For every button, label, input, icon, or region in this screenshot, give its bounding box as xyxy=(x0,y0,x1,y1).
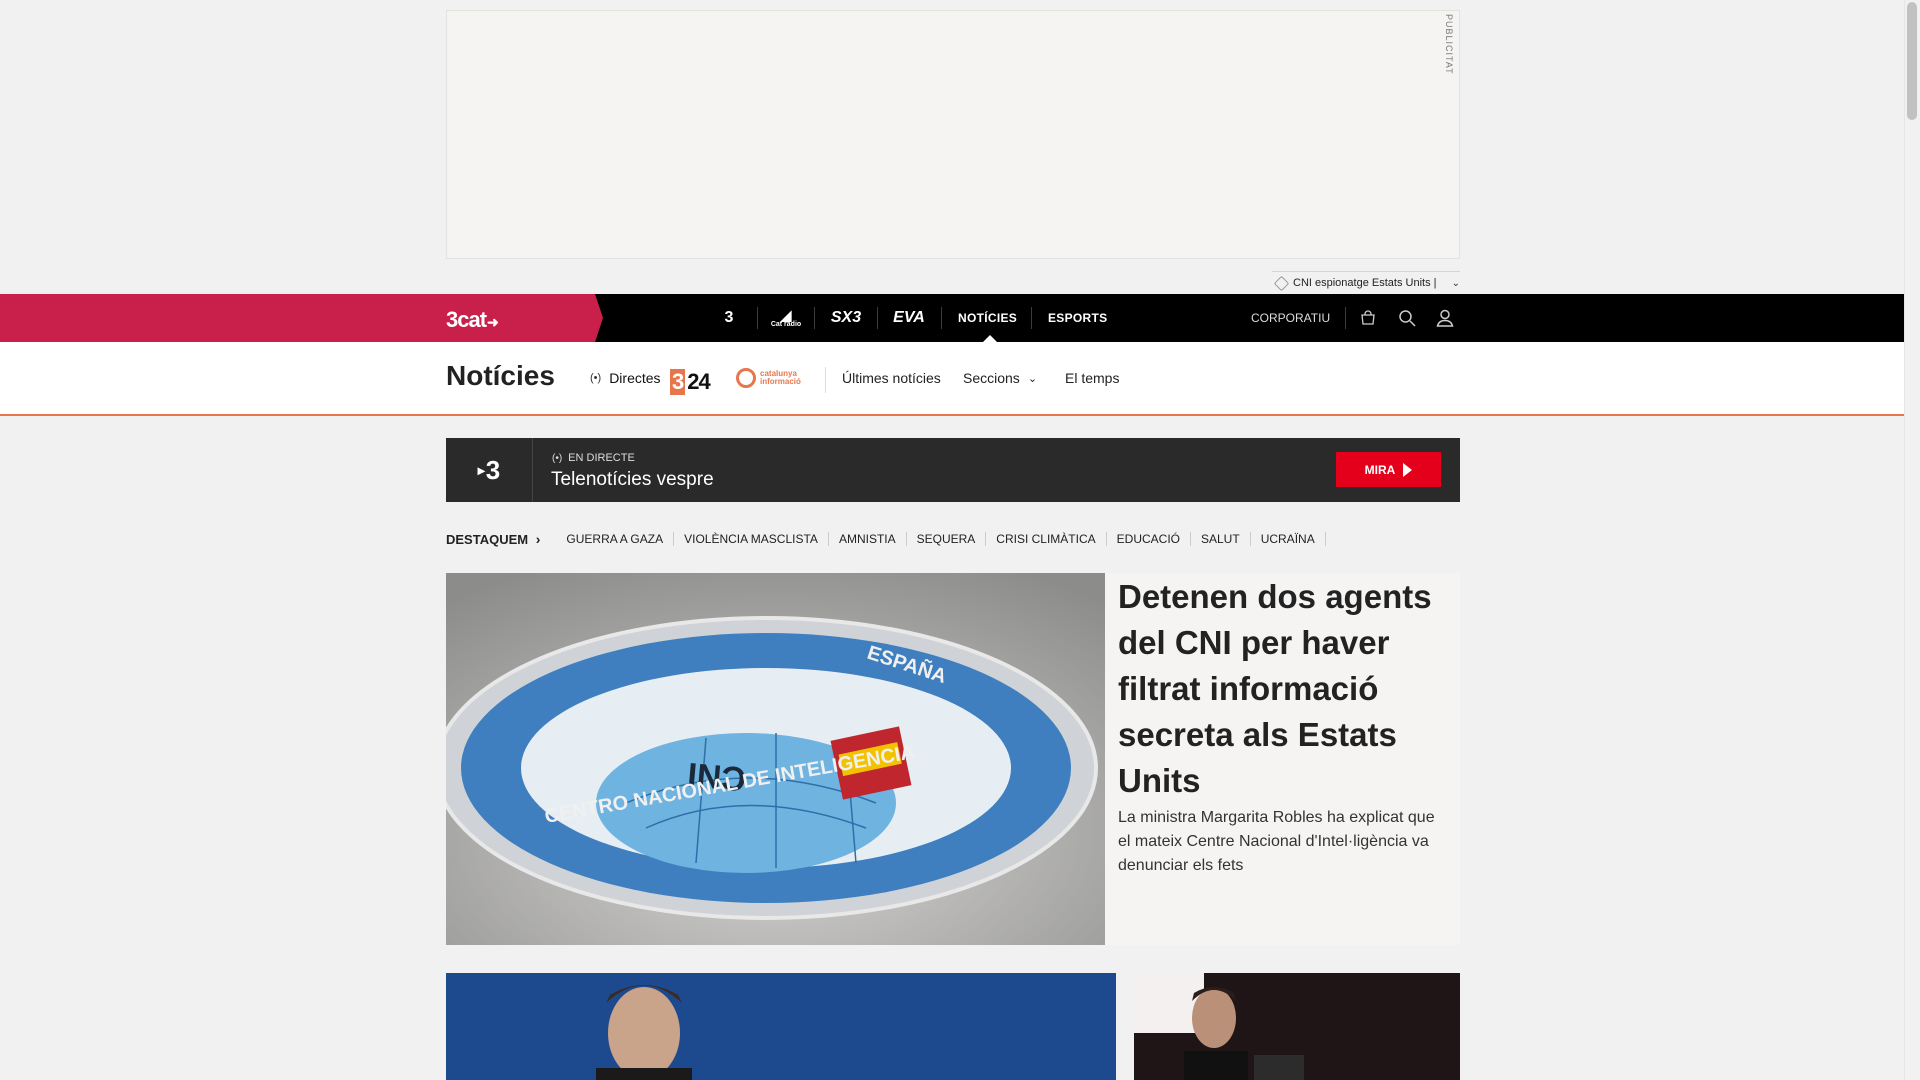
channel-eva-label: EVA xyxy=(893,309,925,326)
destaquem-bar: DESTAQUEM › GUERRA A GAZA VIOLÈNCIA MASC… xyxy=(446,531,1326,547)
person-photo xyxy=(1134,973,1460,1080)
channel-tv3-label: 3 xyxy=(724,309,734,326)
nav-divider xyxy=(941,307,942,329)
chevron-down-icon[interactable]: ⌄ xyxy=(1452,278,1460,289)
ad-topic-text: CNI espionatge Estats Units | xyxy=(1293,277,1437,289)
live-broadcast-icon: (•) xyxy=(552,452,563,464)
story-card-image[interactable] xyxy=(446,973,1116,1080)
brand-band xyxy=(0,294,603,342)
search-icon[interactable] xyxy=(1396,307,1418,329)
section-header xyxy=(0,342,1904,416)
directes-label: Directes xyxy=(609,370,661,386)
tv3-mark-icon: ▸ xyxy=(477,461,485,478)
nav-divider xyxy=(1345,307,1346,329)
main-story-headline[interactable]: Detenen dos agents del CNI per haver fil… xyxy=(1118,574,1438,804)
seccions-dropdown[interactable]: Seccions ⌄ xyxy=(963,370,1037,386)
3cat-logo[interactable]: 3cat➜ xyxy=(446,307,499,333)
destaquem-heading[interactable]: DESTAQUEM › xyxy=(446,531,540,547)
channel-tv3-icon[interactable]: 3 xyxy=(712,294,746,342)
destaquem-item[interactable]: SALUT xyxy=(1191,532,1251,546)
active-nav-indicator xyxy=(983,335,997,342)
page-scrollbar[interactable] xyxy=(1904,0,1920,1080)
watch-button-label: MIRA xyxy=(1364,462,1396,477)
section-title[interactable]: Notícies xyxy=(446,360,555,392)
live-status-text: EN DIRECTE xyxy=(568,452,635,464)
live-status: (•) EN DIRECTE xyxy=(552,452,635,464)
main-story-summary: La ministra Margarita Robles ha explicat… xyxy=(1118,809,1435,874)
channel-catradio-icon[interactable]: ◢ Cat ràdio xyxy=(768,294,804,342)
story-card-image[interactable] xyxy=(1134,973,1460,1080)
tv3-channel-logo: ▸ 3 xyxy=(446,438,533,502)
person-photo xyxy=(446,973,1116,1080)
nav-divider xyxy=(757,307,758,329)
seccions-label: Seccions xyxy=(963,370,1020,386)
tag-icon xyxy=(1273,275,1290,291)
nav-link-esports[interactable]: ESPORTS xyxy=(1048,294,1107,342)
destaquem-heading-text: DESTAQUEM xyxy=(446,532,529,547)
channel-catradio-label: Cat ràdio xyxy=(770,320,802,328)
tv3-channel-label: 3 xyxy=(485,454,501,485)
channel-sx3-icon[interactable]: SX3 xyxy=(825,294,867,342)
destaquem-item[interactable]: GUERRA A GAZA xyxy=(556,532,675,546)
ad-banner[interactable] xyxy=(446,10,1460,259)
channel-sx3-label: SX3 xyxy=(830,309,862,326)
watch-button[interactable]: MIRA xyxy=(1336,452,1441,487)
nav-divider xyxy=(877,307,878,329)
scrollbar-thumb[interactable] xyxy=(1907,2,1917,120)
catalunya-informacio-logo[interactable]: catalunya informació xyxy=(736,368,808,388)
destaquem-item[interactable]: VIOLÈNCIA MASCLISTA xyxy=(674,532,829,546)
nav-divider xyxy=(1031,307,1032,329)
ci-label: catalunya informació xyxy=(760,369,801,386)
nav-link-corporatiu[interactable]: CORPORATIU xyxy=(1251,294,1330,342)
destaquem-item[interactable]: AMNISTIA xyxy=(829,532,907,546)
nav-divider xyxy=(814,307,815,329)
3cat-logo-text: 3cat xyxy=(446,307,487,332)
user-icon[interactable] xyxy=(1434,307,1456,329)
shop-icon[interactable] xyxy=(1357,307,1379,329)
chevron-right-icon: › xyxy=(535,531,541,547)
logo-arrow-icon: ➜ xyxy=(487,314,499,330)
324-text: 24 xyxy=(687,369,711,394)
destaquem-item[interactable]: SEQUERA xyxy=(907,532,987,546)
ad-label: PUBLICITAT xyxy=(1444,14,1454,75)
directes-link[interactable]: (•) Directes xyxy=(590,370,661,386)
main-story-image[interactable]: CNI ESPAÑA CENTRO NACIONAL DE INTELIGENC… xyxy=(446,573,1105,945)
catradio-wing-icon: ◢ xyxy=(780,306,792,323)
cni-seal-image: CNI ESPAÑA CENTRO NACIONAL DE INTELIGENC… xyxy=(446,573,1105,945)
destaquem-item[interactable]: EDUCACIÓ xyxy=(1107,532,1191,546)
channel-324-logo[interactable]: 3 24 xyxy=(670,369,711,395)
play-icon xyxy=(1403,462,1413,477)
destaquem-item[interactable]: UCRAÏNA xyxy=(1251,532,1326,546)
destaquem-item[interactable]: CRISI CLIMÀTICA xyxy=(986,532,1107,546)
live-broadcast-icon: (•) xyxy=(590,372,602,384)
link-el-temps[interactable]: El temps xyxy=(1065,370,1119,386)
ci-circle-icon xyxy=(736,368,756,388)
chevron-down-icon: ⌄ xyxy=(1027,372,1038,385)
324-mark: 3 xyxy=(670,369,686,395)
channel-eva-icon[interactable]: EVA xyxy=(888,294,930,342)
ad-topic-tag[interactable]: CNI espionatge Estats Units | ⌄ xyxy=(1272,271,1460,294)
live-program-title[interactable]: Telenotícies vespre xyxy=(551,469,714,491)
section-divider xyxy=(825,367,826,393)
link-ultimes-noticies[interactable]: Últimes notícies xyxy=(842,370,941,386)
